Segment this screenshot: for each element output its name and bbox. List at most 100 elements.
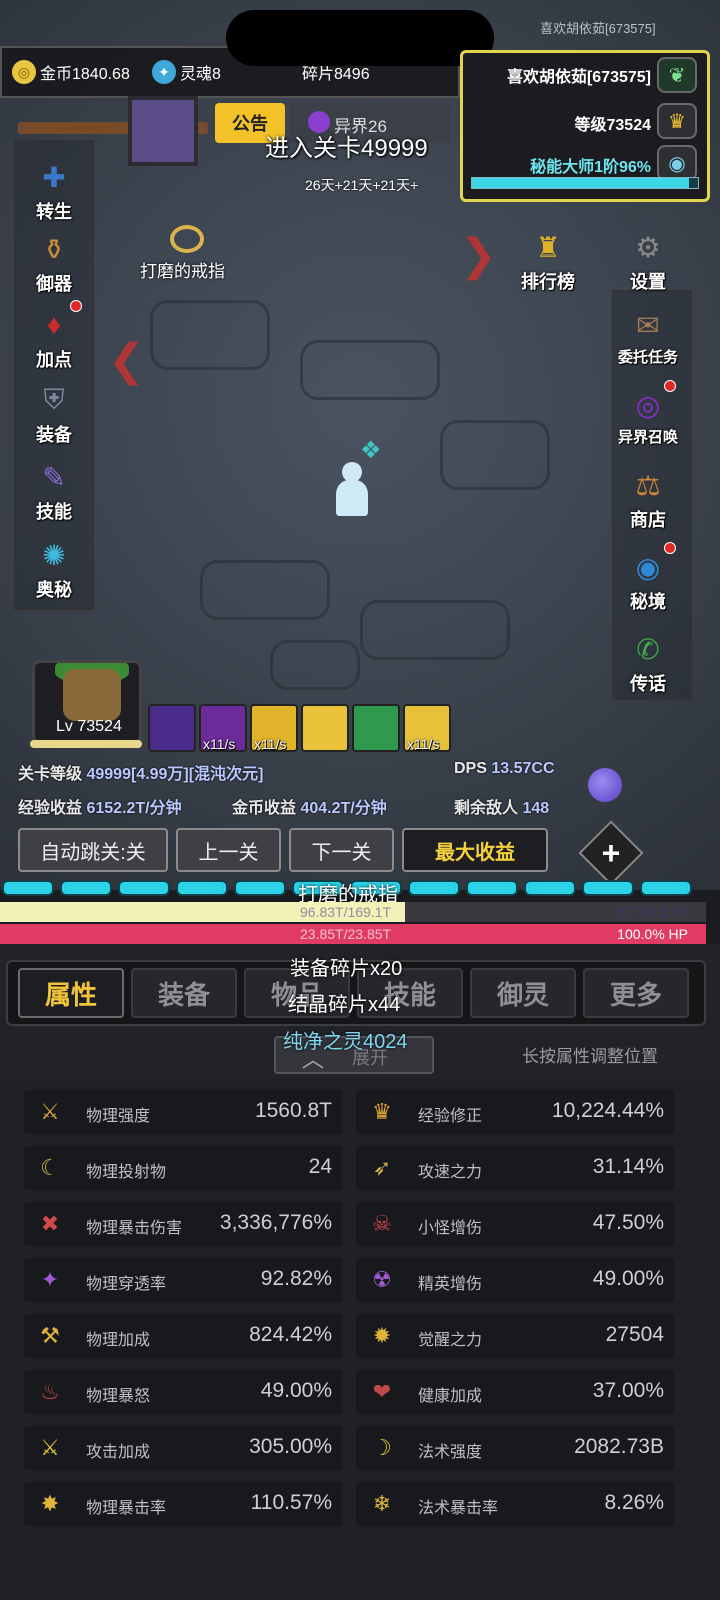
- hp-percent: 100.0% HP: [617, 926, 688, 942]
- tab-0[interactable]: 属性: [18, 968, 124, 1018]
- progress-segment: [524, 880, 576, 896]
- progress-segment: [408, 880, 460, 896]
- next-stage-button[interactable]: 下一关: [289, 828, 394, 872]
- progress-segment: [176, 880, 228, 896]
- skill-slot[interactable]: x11/s: [250, 704, 298, 752]
- physical-bonus-icon: ⚒: [40, 1323, 60, 1348]
- auto-skip-button[interactable]: 自动跳关:关: [18, 828, 168, 872]
- player-name: 喜欢胡依茹[673575]: [506, 69, 651, 86]
- menu-commission-button[interactable]: ✉ 委托任务: [608, 298, 688, 367]
- top-user-id: 喜欢胡依茹[673575]: [540, 21, 656, 36]
- reorder-hint: 长按属性调整位置: [522, 1047, 658, 1066]
- tab-4[interactable]: 御灵: [470, 968, 576, 1018]
- boomerang-icon: ☾: [40, 1155, 60, 1180]
- menu-rebirth-button[interactable]: ✚ 转生: [14, 150, 94, 224]
- crown-icon: ♛: [657, 103, 697, 139]
- spiral-icon: ◉: [657, 145, 697, 181]
- menu-label: 传话: [630, 674, 666, 694]
- menu-label: 加点: [36, 350, 72, 370]
- exp-income-value: 6152.2T/分钟: [86, 800, 182, 817]
- skill-rate: x11/s: [254, 736, 287, 752]
- dropped-item[interactable]: 打磨的戒指: [140, 225, 225, 282]
- stat-name: 精英增伤: [418, 1276, 483, 1293]
- skill-slot[interactable]: x11/s: [199, 704, 247, 752]
- prev-stage-button[interactable]: 上一关: [176, 828, 281, 872]
- plus-icon: +: [601, 835, 621, 871]
- gear-icon: ⚙: [635, 231, 661, 263]
- max-income-button[interactable]: 最大收益: [402, 828, 548, 872]
- sword-icon: ⚔: [40, 1099, 60, 1124]
- stat-row[interactable]: ⚔ 攻击加成 305.00%: [24, 1426, 342, 1470]
- planet-icon[interactable]: [588, 768, 622, 802]
- menu-horn-button[interactable]: ✆ 传话: [608, 622, 688, 696]
- player-level: 等级73524: [574, 117, 652, 134]
- stat-value: 824.42%: [249, 1323, 332, 1346]
- menu-attribute-point-button[interactable]: ♦ 加点: [14, 298, 94, 372]
- stat-row[interactable]: ✸ 物理暴击率 110.57%: [24, 1482, 342, 1526]
- stat-value: 49.00%: [592, 1267, 664, 1290]
- menu-label: 技能: [36, 502, 72, 522]
- player-rank: 秘能大师1阶96%: [530, 159, 651, 176]
- soul-resource[interactable]: ✦ 灵魂8: [152, 60, 221, 84]
- soul-amount: 灵魂8: [180, 66, 221, 83]
- skill-slot[interactable]: [301, 704, 349, 752]
- exp-percent: 57.3% EXP: [616, 904, 688, 920]
- health-heart-icon: ❤: [372, 1379, 392, 1404]
- shop-icon: ⚖: [635, 469, 661, 501]
- stat-row[interactable]: ⚒ 物理加成 824.42%: [24, 1314, 342, 1358]
- menu-artifact-button[interactable]: ⚱ 御器: [14, 222, 94, 296]
- stat-row[interactable]: ☢ 精英增伤 49.00%: [356, 1258, 674, 1302]
- prev-area-arrow-icon[interactable]: ❮: [108, 335, 145, 386]
- soul-icon: ✦: [152, 60, 176, 84]
- next-area-arrow-icon[interactable]: ❯: [460, 230, 497, 281]
- menu-trophy-button[interactable]: ♜ 排行榜: [508, 220, 588, 294]
- stat-row[interactable]: ❄ 法术暴击率 8.26%: [356, 1482, 674, 1526]
- loot-popup: 装备碎片x20: [290, 958, 403, 980]
- skill-slot[interactable]: [148, 704, 196, 752]
- stat-value: 92.82%: [260, 1267, 332, 1290]
- stat-row[interactable]: ✹ 觉醒之力 27504: [356, 1314, 674, 1358]
- skill-slot[interactable]: [352, 704, 400, 752]
- dps: DPS 13.57CC: [454, 760, 555, 777]
- menu-label: 御器: [36, 274, 72, 294]
- skill-rate: x11/s: [203, 736, 236, 752]
- gold-income: 金币收益 404.2T/分钟: [232, 800, 387, 817]
- skill-slot[interactable]: x11/s: [403, 704, 451, 752]
- crown-icon: ♛: [372, 1099, 392, 1124]
- stat-row[interactable]: ✖ 物理暴击伤害 3,336,776%: [24, 1202, 342, 1246]
- stat-row[interactable]: ✦ 物理穿透率 92.82%: [24, 1258, 342, 1302]
- stat-row[interactable]: ➶ 攻速之力 31.14%: [356, 1146, 674, 1190]
- menu-secret-realm-button[interactable]: ◉ 秘境: [608, 540, 688, 614]
- dps-value: 13.57CC: [491, 760, 555, 777]
- menu-mystery-button[interactable]: ✺ 奥秘: [14, 528, 94, 602]
- stat-row[interactable]: ❤ 健康加成 37.00%: [356, 1370, 674, 1414]
- stat-row[interactable]: ☠ 小怪增伤 47.50%: [356, 1202, 674, 1246]
- enemy-icon[interactable]: ❖: [360, 436, 382, 465]
- ring-icon: [170, 225, 204, 253]
- stat-row[interactable]: ♨ 物理暴怒 49.00%: [24, 1370, 342, 1414]
- menu-label: 委托任务: [617, 349, 678, 366]
- menu-gear-button[interactable]: ⚙ 设置: [608, 220, 688, 294]
- stat-row[interactable]: ☾ 物理投射物 24: [24, 1146, 342, 1190]
- hero-character: [332, 462, 372, 522]
- stat-row[interactable]: ♛ 经验修正 10,224.44%: [356, 1090, 674, 1134]
- stat-name: 觉醒之力: [418, 1332, 483, 1349]
- tab-5[interactable]: 更多: [583, 968, 689, 1018]
- player-panel[interactable]: 喜欢胡依茹[673575] ❦ 等级73524 ♛ 秘能大师1阶96% ◉: [460, 50, 710, 202]
- floor-stone: [270, 640, 360, 690]
- stat-name: 物理强度: [86, 1108, 151, 1125]
- menu-shop-button[interactable]: ⚖ 商店: [608, 458, 688, 532]
- menu-skill-scroll-button[interactable]: ✎ 技能: [14, 450, 94, 524]
- menu-label: 设置: [630, 272, 666, 292]
- stat-row[interactable]: ☽ 法术强度 2082.73B: [356, 1426, 674, 1470]
- stat-row[interactable]: ⚔ 物理强度 1560.8T: [24, 1090, 342, 1134]
- spell-power-icon: ☽: [372, 1435, 392, 1460]
- menu-equipment-button[interactable]: ⛨ 装备: [14, 373, 94, 447]
- gold-resource[interactable]: ◎ 金币1840.68: [12, 60, 130, 84]
- menu-portal-button[interactable]: ◎ 异界召唤: [608, 378, 688, 447]
- elite-damage-icon: ☢: [372, 1267, 392, 1292]
- loot-popup: 纯净之灵4024: [283, 1031, 408, 1053]
- tab-1[interactable]: 装备: [131, 968, 237, 1018]
- stage-level-value: 49999[4.99万][混沌次元]: [86, 766, 264, 783]
- rage-icon: ♨: [40, 1379, 60, 1404]
